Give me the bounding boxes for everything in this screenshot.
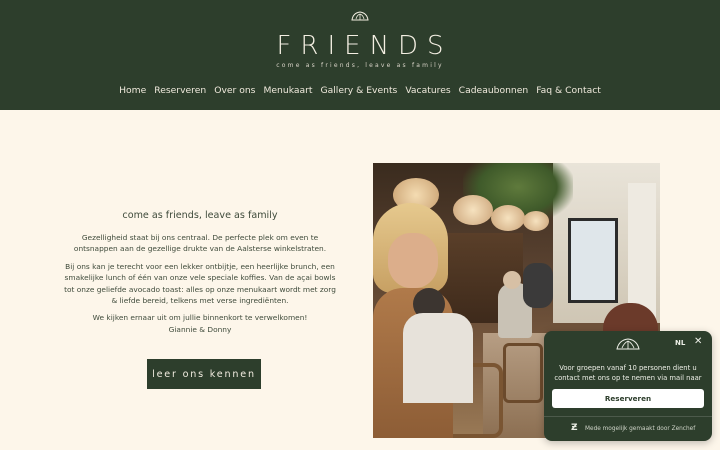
reserve-button[interactable]: Reserveren — [552, 389, 704, 408]
language-selector[interactable]: NL — [675, 339, 685, 347]
main-nav: Home Reserveren Over ons Menukaart Galle… — [0, 85, 720, 96]
intro-section: come as friends, leave as family Gezelli… — [62, 210, 338, 335]
widget-footer[interactable]: Mede mogelijk gemaakt door Zenchef — [585, 426, 695, 432]
intro-paragraph: Gezelligheid staat bij ons centraal. De … — [73, 233, 327, 254]
intro-title: come as friends, leave as family — [122, 210, 278, 221]
widget-message: Voor groepen vanaf 10 personen dient u c… — [554, 364, 702, 382]
learn-more-button[interactable]: leer ons kennen — [147, 359, 261, 389]
reservation-widget: NL ✕ Voor groepen vanaf 10 personen dien… — [544, 331, 712, 441]
close-icon[interactable]: ✕ — [694, 336, 702, 347]
croissant-icon — [616, 338, 640, 350]
welcome-text: We kijken ernaar uit om jullie binnenkor… — [92, 313, 308, 323]
widget-divider — [544, 416, 712, 417]
intro-paragraph: Bij ons kan je terecht voor een lekker o… — [64, 261, 336, 306]
croissant-icon[interactable] — [351, 10, 369, 22]
brand-title[interactable]: FRIENDS — [0, 31, 720, 61]
site-header: FRIENDS come as friends, leave as family… — [0, 0, 720, 110]
nav-item-home[interactable]: Home — [119, 85, 146, 96]
nav-item-gallery-events[interactable]: Gallery & Events — [321, 85, 398, 96]
brand-tagline: come as friends, leave as family — [276, 62, 444, 69]
signature: Giannie & Donny — [168, 324, 232, 334]
zenchef-logo-icon: Ƶ — [571, 423, 578, 433]
nav-item-over-ons[interactable]: Over ons — [214, 85, 255, 96]
nav-item-reserveren[interactable]: Reserveren — [154, 85, 206, 96]
nav-item-menukaart[interactable]: Menukaart — [263, 85, 312, 96]
nav-item-vacatures[interactable]: Vacatures — [405, 85, 450, 96]
nav-item-cadeaubonnen[interactable]: Cadeaubonnen — [459, 85, 529, 96]
nav-item-faq-contact[interactable]: Faq & Contact — [536, 85, 601, 96]
